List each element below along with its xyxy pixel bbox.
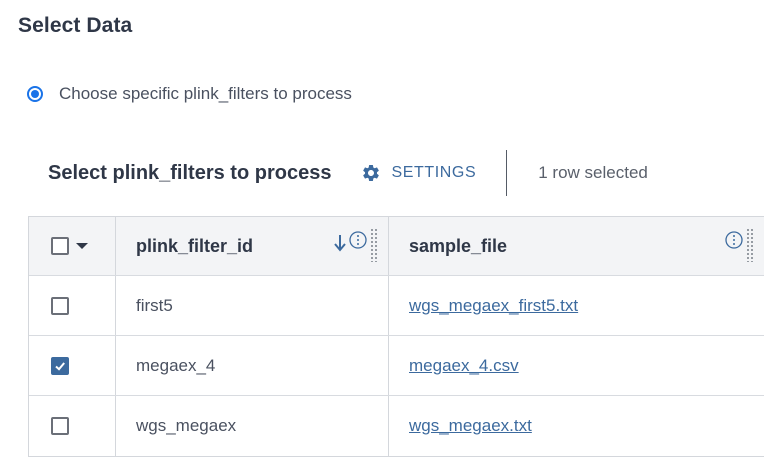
row-checkbox[interactable] <box>51 296 69 315</box>
caret-down-icon[interactable] <box>76 243 88 249</box>
column-label: plink_filter_id <box>136 235 254 256</box>
plink-filter-id-cell: megaex_4 <box>116 336 389 395</box>
plink-filter-id: first5 <box>136 295 173 315</box>
sample-file-cell: wgs_megaex.txt <box>389 396 764 456</box>
radio-label: Choose specific plink_filters to process <box>59 84 352 103</box>
section-title: Select plink_filters to process <box>48 161 332 184</box>
select-all-checkbox[interactable] <box>51 237 69 255</box>
plink-filter-id: wgs_megaex <box>136 416 237 435</box>
table-row[interactable]: first5 wgs_megaex_first5.txt <box>29 276 764 336</box>
checkmark-icon <box>55 361 65 371</box>
info-icon[interactable] <box>725 231 743 249</box>
row-select-cell <box>29 336 116 395</box>
column-resize-handle[interactable] <box>370 228 378 262</box>
selection-status: 1 row selected <box>538 163 648 182</box>
column-header-sample-file[interactable]: sample_file <box>389 217 764 275</box>
sample-file-link[interactable]: wgs_megaex.txt <box>409 416 532 436</box>
page-title: Select Data <box>18 14 133 37</box>
settings-label: SETTINGS <box>391 164 477 181</box>
table-toolbar: Select plink_filters to process SETTINGS… <box>48 150 748 196</box>
settings-button[interactable]: SETTINGS <box>361 163 476 183</box>
sample-file-link[interactable]: megaex_4.csv <box>409 356 519 376</box>
toolbar-divider <box>506 150 508 196</box>
info-icon[interactable] <box>349 231 367 249</box>
row-select-cell <box>29 276 116 335</box>
column-resize-handle[interactable] <box>746 228 754 262</box>
sample-file-link[interactable]: wgs_megaex_first5.txt <box>409 296 578 316</box>
process-option[interactable]: Choose specific plink_filters to process <box>27 84 352 104</box>
sort-descending-icon[interactable] <box>333 233 347 253</box>
table-row[interactable]: wgs_megaex wgs_megaex.txt <box>29 396 764 456</box>
specific-filters-radio[interactable] <box>27 86 43 102</box>
plink-filter-id: megaex_4 <box>136 355 216 375</box>
row-select-cell <box>29 396 116 456</box>
data-table: plink_filter_id sample_file first5 wgs_m… <box>28 216 764 457</box>
row-checkbox[interactable] <box>51 417 69 435</box>
gear-icon <box>361 163 381 183</box>
plink-filter-id-cell: first5 <box>116 276 389 335</box>
sample-file-cell: megaex_4.csv <box>389 336 764 395</box>
plink-filter-id-cell: wgs_megaex <box>116 396 389 456</box>
column-label: sample_file <box>409 235 508 256</box>
table-row[interactable]: megaex_4 megaex_4.csv <box>29 336 764 396</box>
sample-file-cell: wgs_megaex_first5.txt <box>389 276 764 335</box>
column-header-plink-filter-id[interactable]: plink_filter_id <box>116 217 389 275</box>
row-checkbox[interactable] <box>51 356 69 375</box>
select-all-cell <box>29 217 116 275</box>
table-header-row: plink_filter_id sample_file <box>29 217 764 276</box>
